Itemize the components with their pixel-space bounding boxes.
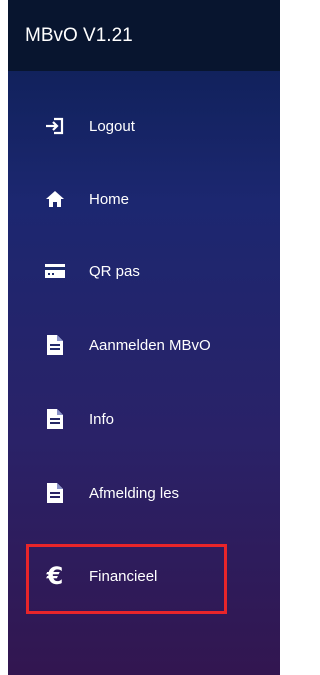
nav-item-home[interactable]: Home	[8, 179, 280, 219]
app-title: MBvO V1.21	[25, 24, 133, 46]
card-icon	[43, 259, 67, 283]
nav-item-afmelding-les[interactable]: Afmelding les	[8, 473, 280, 513]
nav-item-label: Aanmelden MBvO	[89, 336, 211, 354]
nav-item-logout[interactable]: Logout	[8, 106, 280, 146]
nav-item-label: Financieel	[89, 567, 158, 585]
nav-item-label: Afmelding les	[89, 484, 180, 502]
nav-item-label: Info	[89, 410, 115, 428]
nav-item-qr-pas[interactable]: QR pas	[8, 251, 280, 291]
nav-item-aanmelden-mbvo[interactable]: Aanmelden MBvO	[8, 325, 280, 365]
nav-item-info[interactable]: Info	[8, 399, 280, 439]
euro-icon: €	[46, 562, 64, 590]
nav-item-label: Logout	[89, 117, 135, 135]
nav-item-financieel[interactable]: € Financieel	[8, 556, 280, 596]
document-icon	[43, 407, 67, 431]
nav-item-label: QR pas	[89, 262, 140, 280]
nav-item-label: Home	[89, 190, 130, 208]
document-icon	[43, 481, 67, 505]
side-menu: MBvO V1.21 Logout Home QR pas Aanmelden …	[8, 0, 280, 675]
document-icon	[43, 333, 67, 357]
home-icon	[43, 187, 67, 211]
app-header: MBvO V1.21	[8, 0, 280, 71]
logout-icon	[43, 114, 67, 138]
